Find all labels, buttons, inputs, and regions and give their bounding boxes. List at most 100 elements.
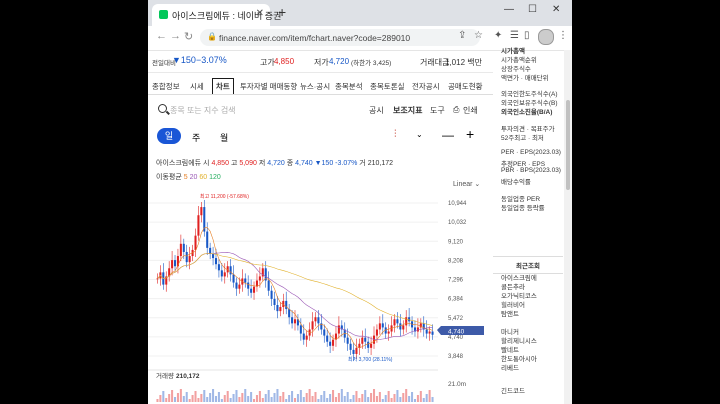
- close-value: 4,740: [295, 160, 313, 167]
- high-label: 고가: [260, 58, 275, 67]
- close-window-icon[interactable]: ✕: [552, 4, 560, 15]
- volume-bar: [349, 399, 352, 402]
- volume-bar: [253, 399, 256, 402]
- volume-value: 1,012 백만: [445, 58, 482, 67]
- volume-bar: [337, 393, 340, 402]
- high-annotation: 최고 11,200 (-57.68%): [200, 193, 249, 200]
- volume-bar: [361, 394, 364, 402]
- zoom-out-button[interactable]: —: [442, 128, 454, 142]
- volume-bar: [334, 397, 337, 402]
- candle-body: [408, 317, 411, 322]
- minimize-icon[interactable]: —: [504, 4, 514, 15]
- profile-avatar[interactable]: [538, 29, 554, 45]
- price-chart[interactable]: 10,944 10,032 9,120 8,208 7,296 6,384 5,472 4,7…: [148, 190, 493, 404]
- candle-body: [299, 325, 302, 334]
- open-label: 시: [203, 160, 210, 167]
- volume-bar: [416, 395, 419, 402]
- scale-label: Linear: [453, 181, 473, 188]
- search-icon[interactable]: [158, 104, 167, 113]
- back-icon[interactable]: ←: [156, 30, 167, 42]
- tab-summary[interactable]: 종합정보: [152, 81, 180, 92]
- url-field[interactable]: 🔒 finance.naver.com/item/fchart.naver?co…: [200, 29, 480, 46]
- browser-tab[interactable]: 아이스크림에듀 : 네이버 증권 ✕: [152, 4, 281, 26]
- tab-quote[interactable]: 시세: [190, 81, 204, 92]
- period-week-button[interactable]: 주: [192, 131, 200, 144]
- volume-bar: [314, 392, 317, 402]
- candle-body: [182, 243, 185, 252]
- volume-bar: [422, 398, 425, 402]
- candle-body: [399, 323, 402, 330]
- scrollbar[interactable]: [564, 50, 572, 404]
- notice-button[interactable]: 공시: [369, 105, 384, 116]
- volume-bar: [171, 390, 174, 402]
- candle-type-icon[interactable]: ⫶: [394, 129, 397, 140]
- volume-bar: [332, 390, 335, 402]
- candle-body: [364, 337, 367, 342]
- candle-body: [253, 286, 256, 293]
- sidebar-item: 52주최고 · 최저: [501, 135, 544, 142]
- bookmark-star-icon[interactable]: ☆: [474, 30, 483, 41]
- share-icon[interactable]: ⇪: [458, 30, 466, 41]
- chevron-down-icon[interactable]: ⌄: [416, 130, 423, 139]
- print-button[interactable]: 인쇄: [463, 105, 478, 116]
- volume-bar: [293, 398, 297, 402]
- indicator-button[interactable]: 보조지표: [393, 105, 422, 116]
- tab-investor[interactable]: 투자자별 매매동향: [240, 81, 297, 92]
- candle-body: [270, 290, 273, 299]
- ma-60: 60: [199, 174, 208, 181]
- page-content: 전일대비 ▼150 −3.07% 고가 4,850 저가 4,720 (하한가 …: [148, 48, 572, 404]
- candle-body: [431, 331, 434, 335]
- y-tick-label: 7,296: [448, 278, 464, 284]
- candle-body: [267, 280, 270, 291]
- zoom-in-button[interactable]: +: [466, 126, 474, 142]
- tab-chart[interactable]: 차트: [212, 78, 234, 94]
- sidepanel-icon[interactable]: ▯: [524, 30, 530, 41]
- volume-bar: [185, 392, 188, 402]
- scrollbar-thumb[interactable]: [566, 100, 570, 190]
- volume-bar: [162, 391, 165, 402]
- close-tab-icon[interactable]: ✕: [256, 8, 264, 19]
- volume-bar: [182, 396, 185, 402]
- candle-body: [173, 260, 177, 267]
- candle-body: [367, 341, 370, 348]
- period-month-button[interactable]: 월: [220, 131, 228, 144]
- low-annotation: 최저 3,700 (28.11%): [348, 356, 393, 363]
- search-input[interactable]: 종목 또는 지수 검색: [170, 105, 236, 116]
- volume-bar: [206, 397, 209, 402]
- volume-bar: [311, 396, 314, 402]
- reading-list-icon[interactable]: ☰: [510, 30, 519, 41]
- volume-bar: [203, 390, 206, 402]
- reload-icon[interactable]: ↻: [184, 30, 193, 43]
- extensions-icon[interactable]: ✦: [494, 30, 502, 41]
- new-tab-button[interactable]: +: [278, 4, 286, 20]
- tab-discussion[interactable]: 종목토론실: [370, 81, 405, 92]
- volume-bar: [346, 392, 349, 402]
- candle-body: [393, 319, 396, 326]
- tab-short-selling[interactable]: 공매도현황: [448, 81, 483, 92]
- tab-news[interactable]: 뉴스·공시: [300, 81, 330, 92]
- candle-body: [229, 266, 232, 275]
- menu-icon[interactable]: ⋮: [558, 30, 568, 41]
- recent-item[interactable]: 탐앤트: [501, 308, 519, 318]
- print-icon[interactable]: ⎙: [453, 105, 459, 115]
- candle-body: [223, 272, 226, 277]
- volume-bar: [264, 394, 267, 402]
- volume-bar: [367, 397, 370, 402]
- volume-bar: [168, 394, 171, 402]
- y-tick-label: 9,120: [448, 239, 464, 245]
- candle-body: [302, 333, 305, 340]
- maximize-icon[interactable]: ☐: [528, 4, 537, 15]
- tab-disclosure[interactable]: 전자공시: [412, 81, 440, 92]
- tab-title: 아이스크림에듀 : 네이버 증권: [172, 11, 282, 21]
- forward-icon[interactable]: →: [170, 30, 181, 42]
- url-text: finance.naver.com/item/fchart.naver?code…: [219, 33, 411, 43]
- open-value: 4,850: [211, 160, 229, 167]
- tab-analysis[interactable]: 종목분석: [335, 81, 363, 92]
- recent-item[interactable]: 리베드: [501, 362, 519, 372]
- tools-button[interactable]: 도구: [430, 105, 445, 116]
- scale-dropdown[interactable]: Linear ⌄: [453, 180, 480, 188]
- candle-body: [206, 231, 209, 248]
- low-label: 저가: [314, 58, 329, 67]
- period-day-button[interactable]: 일: [157, 128, 181, 144]
- y-tick-label: 8,208: [448, 258, 464, 264]
